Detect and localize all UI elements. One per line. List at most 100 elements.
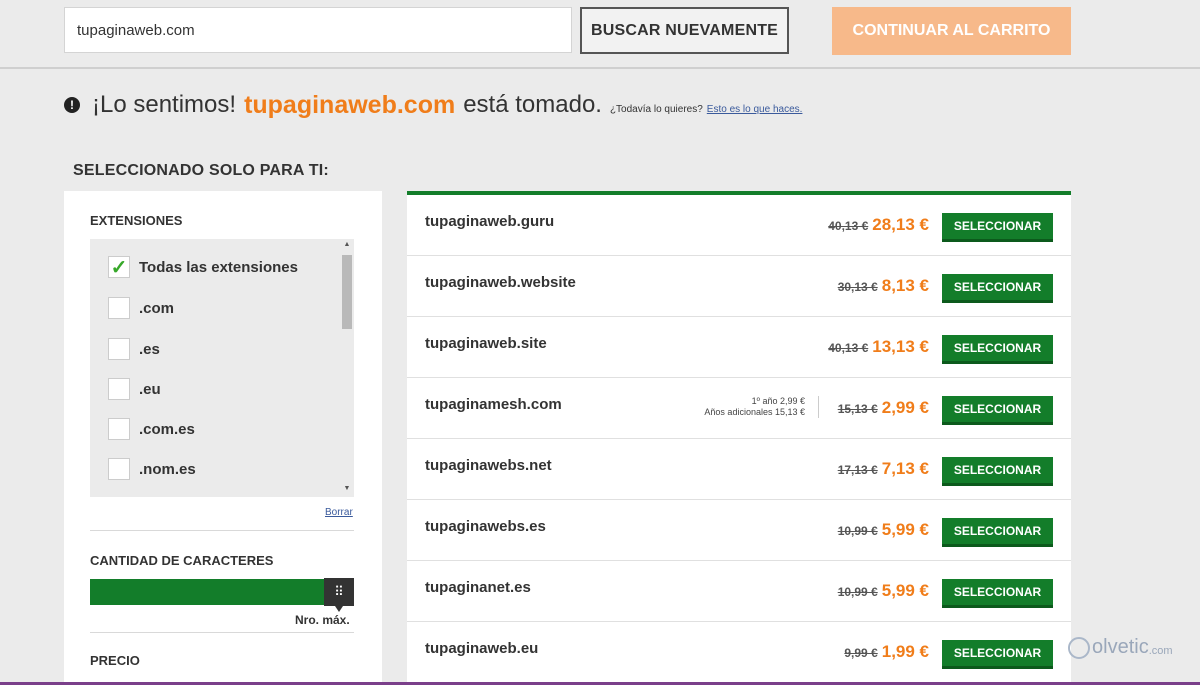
new-price: 5,99 € — [881, 581, 929, 600]
price: 15,13 €2,99 € — [838, 398, 929, 418]
price: 40,13 €28,13 € — [828, 215, 929, 235]
old-price: 10,99 € — [837, 524, 878, 538]
extension-label: .es — [139, 340, 160, 358]
old-price: 10,99 € — [837, 585, 878, 599]
promo-pricing: 1º año 2,99 € Años adicionales 15,13 € — [704, 396, 805, 418]
checkmark-icon[interactable]: ✓ — [108, 256, 130, 279]
domain-name: tupaginaweb.guru — [425, 213, 555, 230]
extension-option-com[interactable]: .com — [108, 296, 174, 320]
watermark-suffix: .com — [1148, 644, 1173, 657]
select-button[interactable]: SELECCIONAR — [942, 518, 1053, 547]
character-count-heading: CANTIDAD DE CARACTERES — [90, 553, 274, 568]
select-button[interactable]: SELECCIONAR — [942, 274, 1053, 303]
clear-filters-link[interactable]: Borrar — [325, 507, 353, 518]
extension-label: Todas las extensiones — [139, 258, 298, 276]
old-price: 40,13 € — [828, 341, 869, 355]
extension-label: .com.es — [139, 420, 195, 438]
extension-option-nom-es[interactable]: .nom.es — [108, 457, 196, 481]
domain-result-row: tupaginaweb.guru 40,13 €28,13 € SELECCIO… — [407, 195, 1071, 256]
domain-name: tupaginawebs.net — [425, 457, 552, 474]
what-to-do-link[interactable]: Esto es lo que haces. — [707, 104, 803, 115]
new-price: 1,99 € — [881, 642, 929, 661]
scroll-up-arrow-icon[interactable]: ▲ — [342, 241, 352, 251]
domain-name: tupaginanet.es — [425, 579, 531, 596]
domain-results-list: tupaginaweb.guru 40,13 €28,13 € SELECCIO… — [407, 191, 1071, 685]
still-want-question: ¿Todavía lo quieres? — [609, 103, 703, 115]
domain-name: tupaginaweb.website — [425, 274, 576, 291]
new-price: 28,13 € — [872, 215, 929, 234]
extension-option-es[interactable]: .es — [108, 337, 160, 361]
domain-search-input[interactable] — [64, 7, 572, 53]
price: 30,13 €8,13 € — [838, 276, 929, 296]
select-button[interactable]: SELECCIONAR — [942, 213, 1053, 242]
watermark-logo: olvetic .com — [1068, 636, 1173, 659]
checkbox[interactable] — [108, 458, 130, 480]
divider — [90, 632, 354, 633]
domain-name: tupaginawebs.es — [425, 518, 546, 535]
extension-label: .com — [139, 299, 175, 317]
domain-name: tupaginaweb.site — [425, 335, 547, 352]
select-button[interactable]: SELECCIONAR — [942, 335, 1053, 364]
extension-label: .eu — [139, 380, 161, 398]
filter-panel: EXTENSIONES ✓ Todas las extensiones .com… — [64, 191, 382, 685]
extension-option-all[interactable]: ✓ Todas las extensiones — [108, 255, 298, 279]
new-price: 7,13 € — [881, 459, 929, 478]
scroll-down-arrow-icon[interactable]: ▼ — [342, 485, 352, 495]
price: 9,99 €1,99 € — [844, 642, 929, 662]
domain-name: tupaginamesh.com — [425, 396, 562, 413]
select-button[interactable]: SELECCIONAR — [942, 579, 1053, 608]
price: 17,13 €7,13 € — [838, 459, 929, 479]
old-price: 15,13 € — [837, 402, 878, 416]
new-price: 2,99 € — [881, 398, 929, 417]
price: 10,99 €5,99 € — [838, 581, 929, 601]
extensions-scrollbar[interactable]: ▲ ▼ — [340, 239, 354, 497]
extensions-list: ✓ Todas las extensiones .com .es .eu .co… — [90, 239, 354, 497]
availability-message: ! ¡Lo sentimos! tupaginaweb.com está tom… — [64, 88, 802, 122]
select-button[interactable]: SELECCIONAR — [942, 457, 1053, 486]
old-price: 9,99 € — [844, 646, 878, 660]
extension-option-com-es[interactable]: .com.es — [108, 417, 195, 441]
taken-domain: tupaginaweb.com — [244, 90, 456, 119]
domain-result-row: tupaginanet.es 10,99 €5,99 € SELECCIONAR — [407, 561, 1071, 622]
checkbox[interactable] — [108, 297, 130, 319]
domain-result-row: tupaginaweb.site 40,13 €13,13 € SELECCIO… — [407, 317, 1071, 378]
select-button[interactable]: SELECCIONAR — [942, 396, 1053, 425]
old-price: 40,13 € — [828, 219, 869, 233]
continue-to-cart-button[interactable]: CONTINUAR AL CARRITO — [832, 7, 1071, 55]
domain-result-row: tupaginaweb.eu 9,99 €1,99 € SELECCIONAR — [407, 622, 1071, 683]
price: 10,99 €5,99 € — [838, 520, 929, 540]
taken-text: está tomado. — [463, 91, 602, 118]
sorry-text: ¡Lo sentimos! — [92, 91, 237, 118]
checkbox[interactable] — [108, 338, 130, 360]
domain-result-row: tupaginawebs.net 17,13 €7,13 € SELECCION… — [407, 439, 1071, 500]
domain-result-row: tupaginaweb.website 30,13 €8,13 € SELECC… — [407, 256, 1071, 317]
watermark-text: olvetic — [1092, 636, 1149, 658]
domain-name: tupaginaweb.eu — [425, 640, 539, 657]
exclamation-circle-icon: ! — [64, 97, 80, 113]
extension-option-eu[interactable]: .eu — [108, 377, 161, 401]
extensions-heading: EXTENSIONES — [90, 213, 183, 228]
price: 40,13 €13,13 € — [828, 337, 929, 357]
domain-result-row: tupaginamesh.com 1º año 2,99 € Años adic… — [407, 378, 1071, 439]
grid-handle-icon[interactable]: ⠿ — [324, 578, 354, 612]
promo-first-year: 1º año 2,99 € — [751, 396, 805, 406]
old-price: 30,13 € — [837, 280, 878, 294]
scrollbar-thumb[interactable] — [342, 255, 352, 329]
character-count-slider[interactable]: ⠿ — [90, 578, 354, 612]
select-button[interactable]: SELECCIONAR — [942, 640, 1053, 669]
new-price: 5,99 € — [881, 520, 929, 539]
section-title: SELECCIONADO SOLO PARA TI: — [73, 162, 329, 179]
top-bar: BUSCAR NUEVAMENTE CONTINUAR AL CARRITO — [0, 0, 1200, 69]
domain-result-row: tupaginawebs.es 10,99 €5,99 € SELECCIONA… — [407, 500, 1071, 561]
max-characters-label: Nro. máx. — [295, 613, 350, 627]
logo-icon — [1068, 636, 1090, 659]
search-again-button[interactable]: BUSCAR NUEVAMENTE — [580, 7, 789, 54]
checkbox[interactable] — [108, 378, 130, 400]
extension-label: .nom.es — [139, 460, 196, 478]
divider — [818, 396, 819, 418]
new-price: 13,13 € — [872, 337, 929, 356]
old-price: 17,13 € — [837, 463, 878, 477]
checkbox[interactable] — [108, 418, 130, 440]
divider — [90, 530, 354, 531]
new-price: 8,13 € — [881, 276, 929, 295]
